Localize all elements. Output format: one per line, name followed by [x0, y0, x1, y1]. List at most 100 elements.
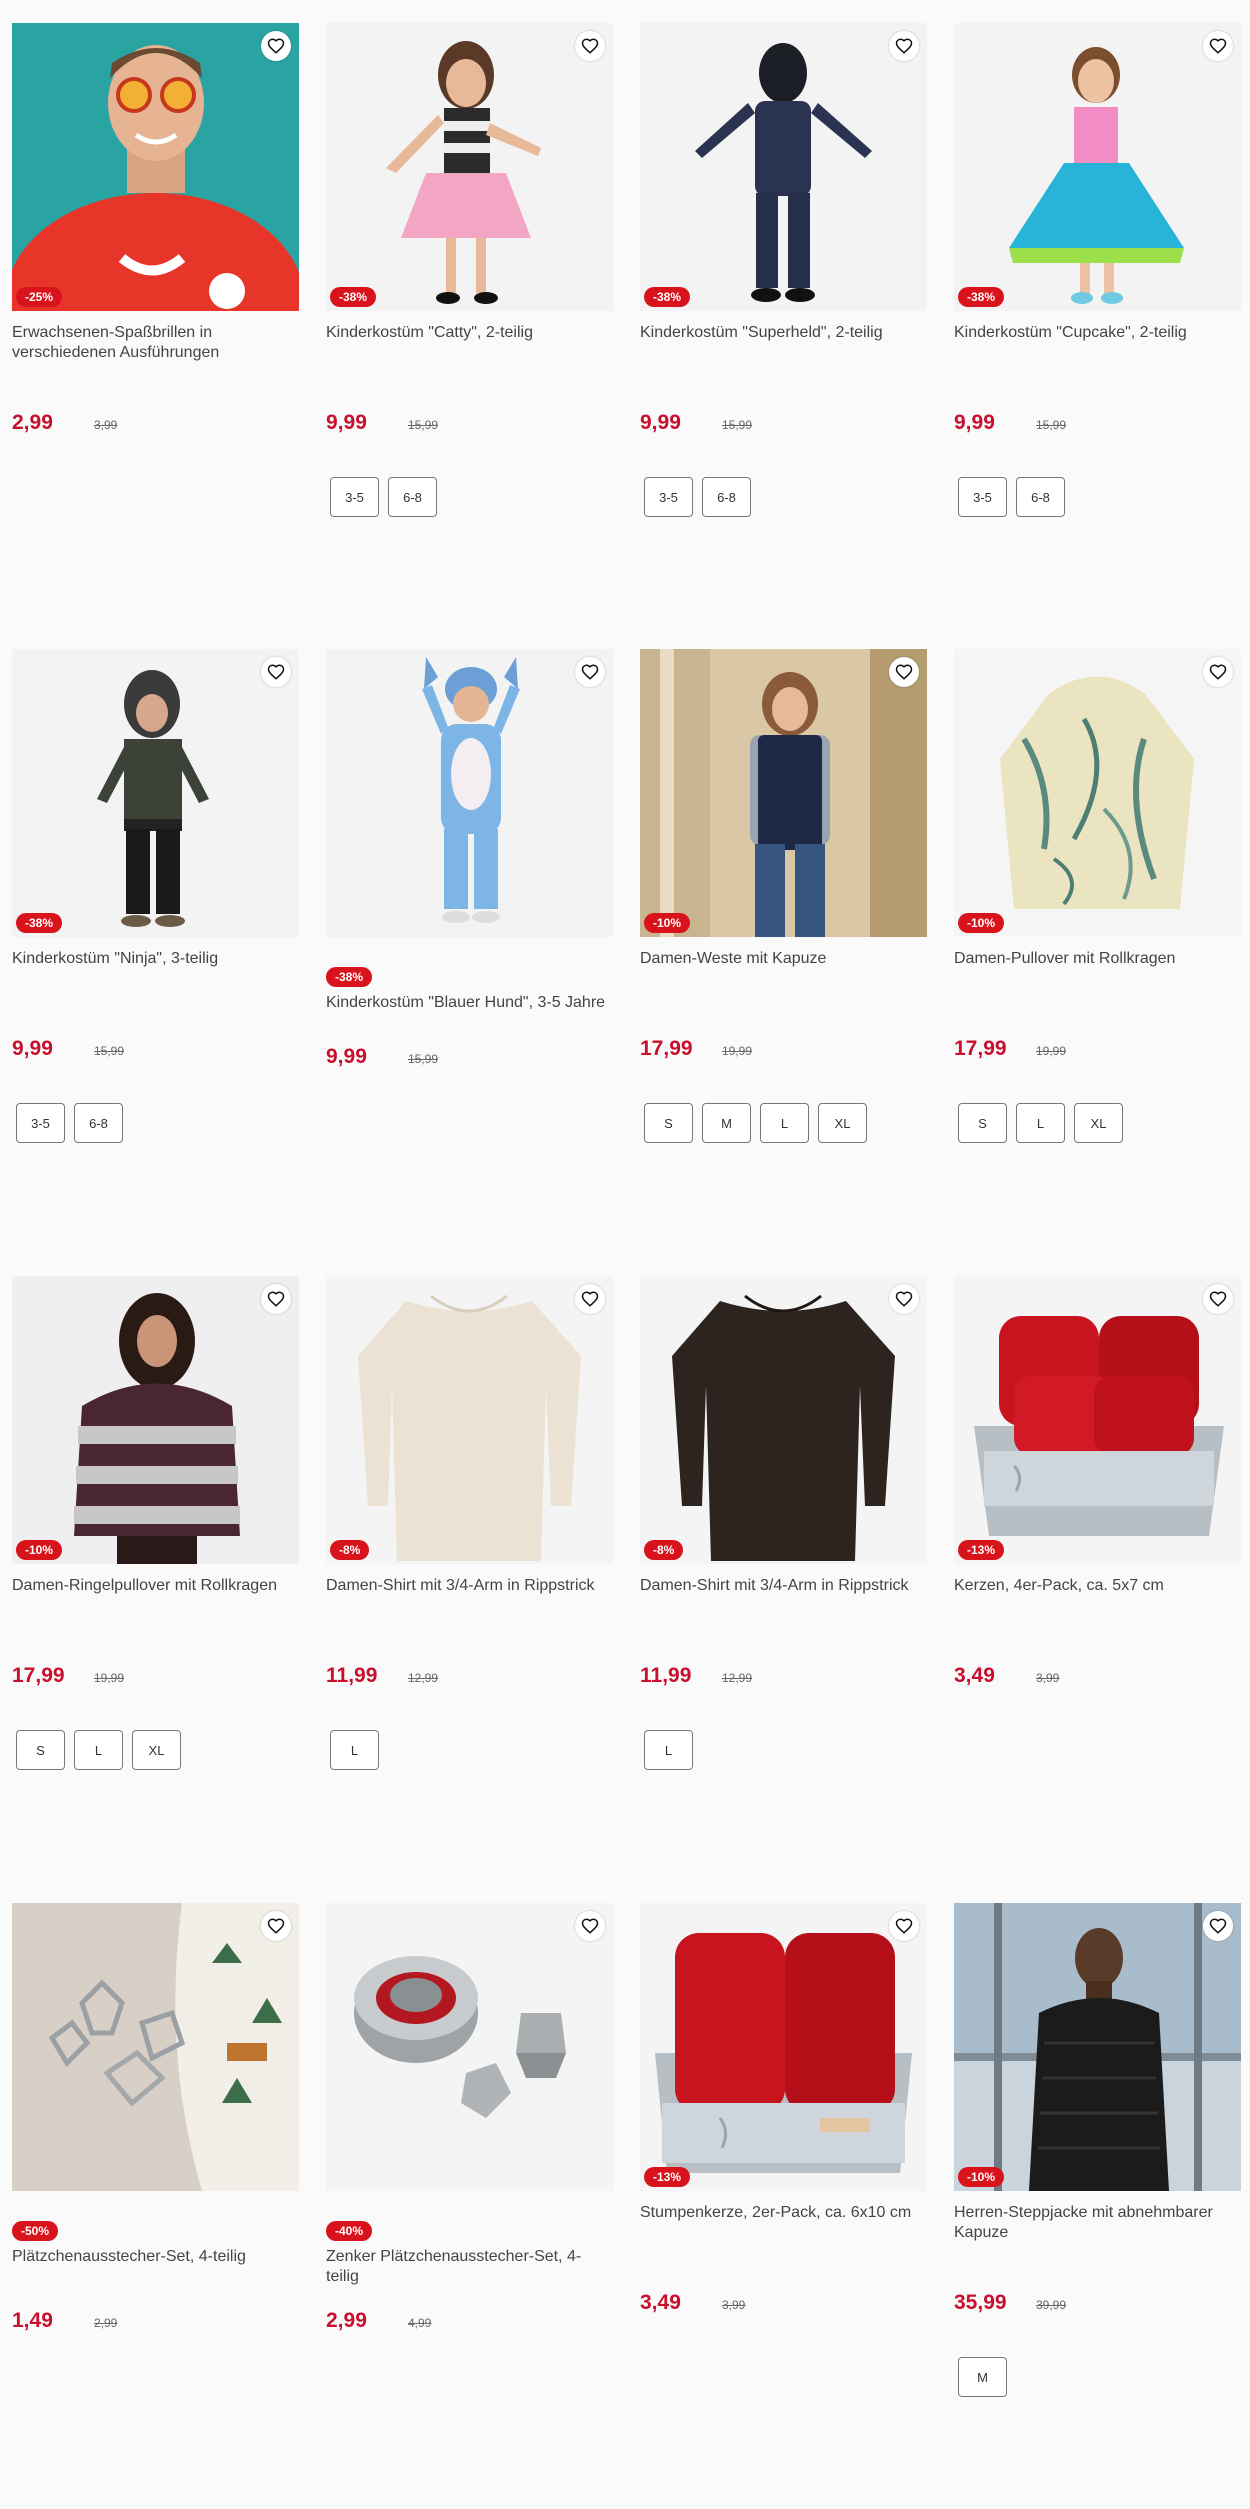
- product-title[interactable]: Kinderkostüm "Cupcake", 2-teilig: [954, 323, 1241, 363]
- product-image[interactable]: -10%: [954, 649, 1241, 937]
- size-option[interactable]: S: [16, 1730, 65, 1770]
- wishlist-heart-icon[interactable]: [889, 31, 919, 61]
- product-image[interactable]: -38%: [12, 649, 299, 937]
- product-title[interactable]: Damen-Pullover mit Rollkragen: [954, 949, 1241, 989]
- wishlist-heart-icon[interactable]: [889, 1284, 919, 1314]
- size-option[interactable]: L: [1016, 1103, 1065, 1143]
- product-card[interactable]: -10% Damen-Ringelpullover mit Rollkragen…: [12, 1276, 299, 1770]
- size-option[interactable]: L: [644, 1730, 693, 1770]
- discount-badge: -38%: [958, 287, 1005, 307]
- size-option[interactable]: XL: [818, 1103, 867, 1143]
- product-title[interactable]: Plätzchenausstecher-Set, 4-teilig: [12, 2247, 299, 2267]
- wishlist-heart-icon[interactable]: [889, 657, 919, 687]
- product-image[interactable]: -10%: [640, 649, 927, 937]
- wishlist-heart-icon[interactable]: [575, 1911, 605, 1941]
- old-price: 19,99: [722, 1044, 753, 1058]
- wishlist-heart-icon[interactable]: [261, 1284, 291, 1314]
- product-title[interactable]: Kinderkostüm "Catty", 2-teilig: [326, 323, 613, 363]
- size-option[interactable]: XL: [132, 1730, 181, 1770]
- product-image[interactable]: [326, 1903, 613, 2191]
- product-card[interactable]: -13% Kerzen, 4er-Pack, ca. 5x7 cm 3,49 3…: [954, 1276, 1241, 1688]
- size-option[interactable]: L: [74, 1730, 123, 1770]
- wishlist-heart-icon[interactable]: [261, 657, 291, 687]
- sale-price: 2,99: [12, 411, 53, 434]
- wishlist-heart-icon[interactable]: [1203, 1284, 1233, 1314]
- wishlist-heart-icon[interactable]: [1203, 31, 1233, 61]
- product-title[interactable]: Erwachsenen-Spaßbrillen in verschiedenen…: [12, 323, 299, 363]
- product-card[interactable]: -8% Damen-Shirt mit 3/4-Arm in Rippstric…: [640, 1276, 927, 1770]
- product-image[interactable]: -38%: [326, 23, 613, 311]
- product-image[interactable]: -8%: [326, 1276, 613, 1564]
- price-row: 17,99 19,99: [954, 1037, 1241, 1061]
- product-image[interactable]: -25%: [12, 23, 299, 311]
- size-option[interactable]: L: [760, 1103, 809, 1143]
- price-row: 9,99 15,99: [326, 1045, 613, 1069]
- product-title[interactable]: Kinderkostüm "Blauer Hund", 3-5 Jahre: [326, 993, 613, 1033]
- size-option[interactable]: 6-8: [1016, 477, 1065, 517]
- product-title[interactable]: Kinderkostüm "Ninja", 3-teilig: [12, 949, 299, 989]
- size-option[interactable]: 3-5: [16, 1103, 65, 1143]
- product-card[interactable]: -25% Erwachsenen-Spaßbrillen in verschie…: [12, 23, 299, 435]
- wishlist-heart-icon[interactable]: [261, 31, 291, 61]
- old-price: 39,99: [1036, 2298, 1067, 2312]
- sale-price: 9,99: [640, 411, 681, 434]
- product-image[interactable]: -13%: [954, 1276, 1241, 1564]
- product-image[interactable]: [12, 1903, 299, 2191]
- product-card[interactable]: -38% Kinderkostüm "Blauer Hund", 3-5 Jah…: [326, 649, 613, 1069]
- product-card[interactable]: -13% Stumpenkerze, 2er-Pack, ca. 6x10 cm…: [640, 1903, 927, 2315]
- size-options: M: [958, 2357, 1241, 2397]
- product-title[interactable]: Kerzen, 4er-Pack, ca. 5x7 cm: [954, 1576, 1241, 1616]
- wishlist-heart-icon[interactable]: [575, 31, 605, 61]
- product-title[interactable]: Herren-Steppjacke mit abnehmbarer Kapuze: [954, 2203, 1241, 2243]
- product-card[interactable]: -40% Zenker Plätzchenausstecher-Set, 4-t…: [326, 1903, 613, 2333]
- product-title[interactable]: Damen-Ringelpullover mit Rollkragen: [12, 1576, 299, 1616]
- size-option[interactable]: M: [958, 2357, 1007, 2397]
- wishlist-heart-icon[interactable]: [575, 1284, 605, 1314]
- old-price: 19,99: [94, 1671, 125, 1685]
- product-title[interactable]: Damen-Weste mit Kapuze: [640, 949, 927, 989]
- product-image[interactable]: -38%: [640, 23, 927, 311]
- sale-price: 9,99: [12, 1037, 53, 1060]
- product-title[interactable]: Damen-Shirt mit 3/4-Arm in Rippstrick: [640, 1576, 927, 1616]
- size-option[interactable]: 6-8: [388, 477, 437, 517]
- wishlist-heart-icon[interactable]: [1203, 657, 1233, 687]
- product-title[interactable]: Damen-Shirt mit 3/4-Arm in Rippstrick: [326, 1576, 613, 1616]
- size-option[interactable]: M: [702, 1103, 751, 1143]
- product-image[interactable]: -8%: [640, 1276, 927, 1564]
- product-image[interactable]: [326, 649, 613, 937]
- wishlist-heart-icon[interactable]: [889, 1911, 919, 1941]
- price-row: 17,99 19,99: [640, 1037, 927, 1061]
- product-image[interactable]: -10%: [12, 1276, 299, 1564]
- price-row: 2,99 4,99: [326, 2309, 613, 2333]
- product-card[interactable]: -10% Damen-Weste mit Kapuze 17,99 19,99 …: [640, 649, 927, 1143]
- product-card[interactable]: -8% Damen-Shirt mit 3/4-Arm in Rippstric…: [326, 1276, 613, 1770]
- product-image[interactable]: -13%: [640, 1903, 927, 2191]
- size-option[interactable]: XL: [1074, 1103, 1123, 1143]
- wishlist-heart-icon[interactable]: [261, 1911, 291, 1941]
- old-price: 3,99: [1036, 1671, 1060, 1685]
- product-card[interactable]: -10% Damen-Pullover mit Rollkragen 17,99…: [954, 649, 1241, 1143]
- product-image[interactable]: -10%: [954, 1903, 1241, 2191]
- product-card[interactable]: -38% Kinderkostüm "Superheld", 2-teilig …: [640, 23, 927, 517]
- product-title[interactable]: Stumpenkerze, 2er-Pack, ca. 6x10 cm: [640, 2203, 927, 2243]
- size-option[interactable]: L: [330, 1730, 379, 1770]
- wishlist-heart-icon[interactable]: [1203, 1911, 1233, 1941]
- product-image[interactable]: -38%: [954, 23, 1241, 311]
- product-card[interactable]: -10% Herren-Steppjacke mit abnehmbarer K…: [954, 1903, 1241, 2397]
- size-option[interactable]: S: [644, 1103, 693, 1143]
- size-option[interactable]: 6-8: [702, 477, 751, 517]
- product-card[interactable]: -38% Kinderkostüm "Catty", 2-teilig 9,99…: [326, 23, 613, 517]
- size-option[interactable]: 3-5: [644, 477, 693, 517]
- size-option[interactable]: 3-5: [330, 477, 379, 517]
- product-card[interactable]: -38% Kinderkostüm "Cupcake", 2-teilig 9,…: [954, 23, 1241, 517]
- product-card[interactable]: -38% Kinderkostüm "Ninja", 3-teilig 9,99…: [12, 649, 299, 1143]
- old-price: 19,99: [1036, 1044, 1067, 1058]
- size-option[interactable]: 3-5: [958, 477, 1007, 517]
- wishlist-heart-icon[interactable]: [575, 657, 605, 687]
- product-title[interactable]: Kinderkostüm "Superheld", 2-teilig: [640, 323, 927, 363]
- sale-price: 35,99: [954, 2291, 1007, 2314]
- size-option[interactable]: S: [958, 1103, 1007, 1143]
- product-card[interactable]: -50% Plätzchenausstecher-Set, 4-teilig 1…: [12, 1903, 299, 2333]
- product-title[interactable]: Zenker Plätzchenausstecher-Set, 4-teilig: [326, 2247, 613, 2287]
- size-option[interactable]: 6-8: [74, 1103, 123, 1143]
